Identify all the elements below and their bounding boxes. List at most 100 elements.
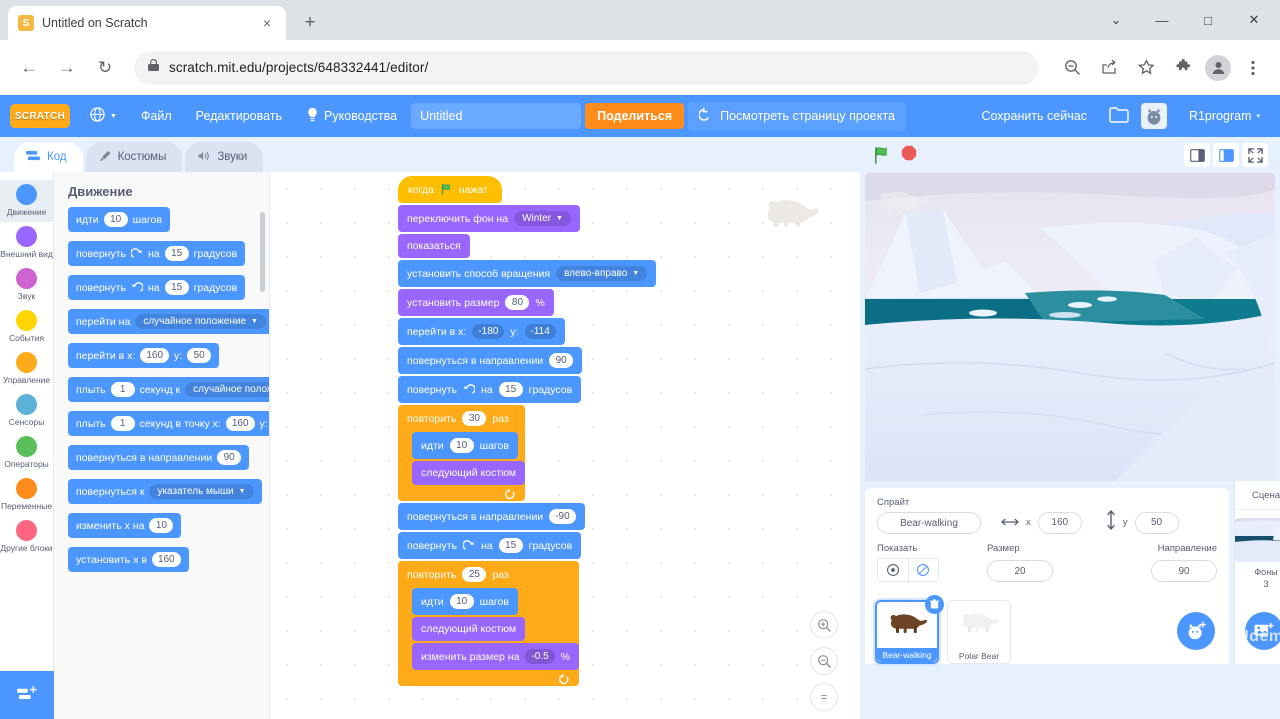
script-block[interactable]: изменить размер на -0.5% <box>412 643 580 670</box>
project-title-input[interactable] <box>411 103 582 129</box>
script-block[interactable]: установить размер 80% <box>398 289 554 316</box>
stage-backdrop-thumb[interactable] <box>1235 518 1280 562</box>
add-backdrop-button[interactable] <box>1245 612 1280 650</box>
address-bar[interactable]: scratch.mit.edu/projects/648332441/edito… <box>134 50 1039 85</box>
palette-block[interactable]: установить x в 160 <box>68 547 189 572</box>
script-block[interactable]: показаться <box>398 234 470 258</box>
direction-input[interactable]: 90 <box>1151 560 1217 582</box>
block-number-input[interactable]: -0.5 <box>525 649 555 664</box>
palette-block[interactable]: плыть1секунд в точку x:160y:50 <box>68 411 269 436</box>
block-number-input[interactable]: 160 <box>225 416 255 431</box>
category-operators[interactable]: Операторы <box>0 432 54 474</box>
palette-block[interactable]: плыть 1 секунд к случайное положение▼ <box>68 377 269 402</box>
stop-icon[interactable] <box>901 145 917 166</box>
tab-costumes[interactable]: Костюмы <box>85 142 183 172</box>
script-block[interactable]: идти 10 шагов <box>412 588 518 615</box>
close-icon[interactable]: × <box>258 14 276 32</box>
add-extension-button[interactable] <box>0 671 54 719</box>
script-block[interactable]: следующий костюм <box>412 461 526 485</box>
block-number-input[interactable]: 15 <box>498 382 523 397</box>
block-number-input[interactable]: 90 <box>549 353 574 368</box>
block-number-input[interactable]: -114 <box>524 324 556 339</box>
block-number-input[interactable]: 15 <box>164 246 189 261</box>
block-number-input[interactable]: 1 <box>110 416 135 431</box>
script-stack[interactable]: когда нажат переключить фон на Winter ▼ показ… <box>398 176 657 688</box>
folder-icon[interactable] <box>1109 106 1129 126</box>
palette-block[interactable]: повернуть на 15 градусов <box>68 241 246 266</box>
reload-icon[interactable]: ↻ <box>88 51 122 85</box>
extensions-puzzle-icon[interactable] <box>1168 53 1198 83</box>
script-block[interactable]: повернуться в направлении 90 <box>398 347 583 374</box>
share-icon[interactable] <box>1094 53 1124 83</box>
block-number-input[interactable]: 25 <box>462 567 487 582</box>
palette-block[interactable]: перейти на случайное положение ▼ <box>68 309 269 334</box>
trash-icon[interactable] <box>925 595 944 614</box>
block-number-input[interactable]: 160 <box>151 552 181 567</box>
block-dropdown[interactable]: случайное положение▼ <box>185 382 269 397</box>
script-block[interactable]: установить способ вращения влево-вправо ▼ <box>398 260 657 287</box>
back-icon[interactable]: ← <box>12 51 46 85</box>
sprite-card-polar-bear[interactable]: Polar Bear <box>947 600 1011 664</box>
zoom-out-icon[interactable] <box>810 647 838 675</box>
block-palette[interactable]: Движение идти 10 шагов повернуть на 15 градусо… <box>54 172 270 719</box>
fullscreen-icon[interactable] <box>1242 143 1268 167</box>
profile-avatar-icon[interactable] <box>1205 54 1231 81</box>
menu-tutorials[interactable]: Руководства <box>296 101 407 131</box>
close-window-icon[interactable]: ✕ <box>1232 4 1276 36</box>
menu-file[interactable]: Файл <box>131 103 182 129</box>
eye-slash-icon[interactable] <box>907 559 939 581</box>
block-number-input[interactable]: -90 <box>549 509 576 524</box>
palette-block[interactable]: перейти в x: 160 y: 50 <box>68 343 220 368</box>
palette-block[interactable]: повернуть на 15 градусов <box>68 275 246 300</box>
loop-header[interactable]: повторить 30 раз <box>398 405 525 432</box>
x-input[interactable]: 160 <box>1037 511 1082 534</box>
restore-down-icon[interactable]: ⌄ <box>1094 4 1138 36</box>
bookmark-star-icon[interactable] <box>1131 53 1161 83</box>
script-block[interactable]: идти 10 шагов <box>412 432 518 459</box>
palette-block[interactable]: идти 10 шагов <box>68 207 170 232</box>
zoom-out-icon[interactable] <box>1057 53 1087 83</box>
sprite-name-input[interactable]: Bear-walking <box>877 512 981 534</box>
block-number-input[interactable]: 90 <box>217 450 242 465</box>
block-number-input[interactable]: 10 <box>149 518 174 533</box>
block-number-input[interactable]: 30 <box>462 411 487 426</box>
block-number-input[interactable]: 15 <box>164 280 189 295</box>
tab-code[interactable]: Код <box>14 142 83 172</box>
language-menu[interactable]: ▼ <box>80 101 127 131</box>
scratch-logo[interactable]: SCRATCH <box>10 104 70 128</box>
save-now-button[interactable]: Сохранить сейчас <box>971 103 1097 129</box>
sprite-card-bear-walking[interactable]: Bear-walking <box>875 595 944 664</box>
add-sprite-button[interactable] <box>1177 612 1215 650</box>
block-dropdown[interactable]: Winter ▼ <box>514 211 571 226</box>
script-block[interactable]: повернуть на 15 градусов <box>398 376 582 403</box>
block-number-input[interactable]: 80 <box>505 295 530 310</box>
palette-block[interactable]: изменить x на 10 <box>68 513 182 538</box>
browser-tab[interactable]: S Untitled on Scratch × <box>8 6 286 40</box>
eye-icon[interactable] <box>878 559 908 581</box>
maximize-icon[interactable]: □ <box>1186 4 1230 36</box>
palette-scrollbar[interactable] <box>260 212 265 292</box>
new-tab-button[interactable]: + <box>296 9 324 37</box>
share-button[interactable]: Поделиться <box>585 103 685 129</box>
project-page-button[interactable]: Посмотреть страницу проекта <box>688 101 906 131</box>
chrome-menu-icon[interactable] <box>1238 53 1268 83</box>
block-number-input[interactable]: 10 <box>449 438 474 453</box>
script-block[interactable]: повернуться в направлении -90 <box>398 503 585 530</box>
forward-icon[interactable]: → <box>50 51 84 85</box>
tab-sounds[interactable]: Звуки <box>185 142 264 172</box>
username-menu[interactable]: R1program ▾ <box>1179 103 1270 129</box>
category-events[interactable]: События <box>0 306 54 348</box>
block-dropdown[interactable]: указатель мыши ▼ <box>149 484 254 499</box>
category-my-blocks[interactable]: Другие блоки <box>0 516 54 558</box>
category-sound[interactable]: Звук <box>0 264 54 306</box>
block-number-input[interactable]: 10 <box>449 594 474 609</box>
category-sensing[interactable]: Сенсоры <box>0 390 54 432</box>
y-input[interactable]: 50 <box>1134 511 1179 534</box>
large-stage-icon[interactable] <box>1213 143 1239 167</box>
repeat-loop-block[interactable]: повторить 25 раз идти 10 шагов следующий костю… <box>398 561 580 686</box>
show-hide-toggle[interactable] <box>877 558 939 582</box>
category-motion[interactable]: Движение <box>0 180 54 222</box>
category-variables[interactable]: Переменные <box>0 474 54 516</box>
stage[interactable] <box>865 173 1275 481</box>
user-avatar[interactable] <box>1140 103 1167 129</box>
